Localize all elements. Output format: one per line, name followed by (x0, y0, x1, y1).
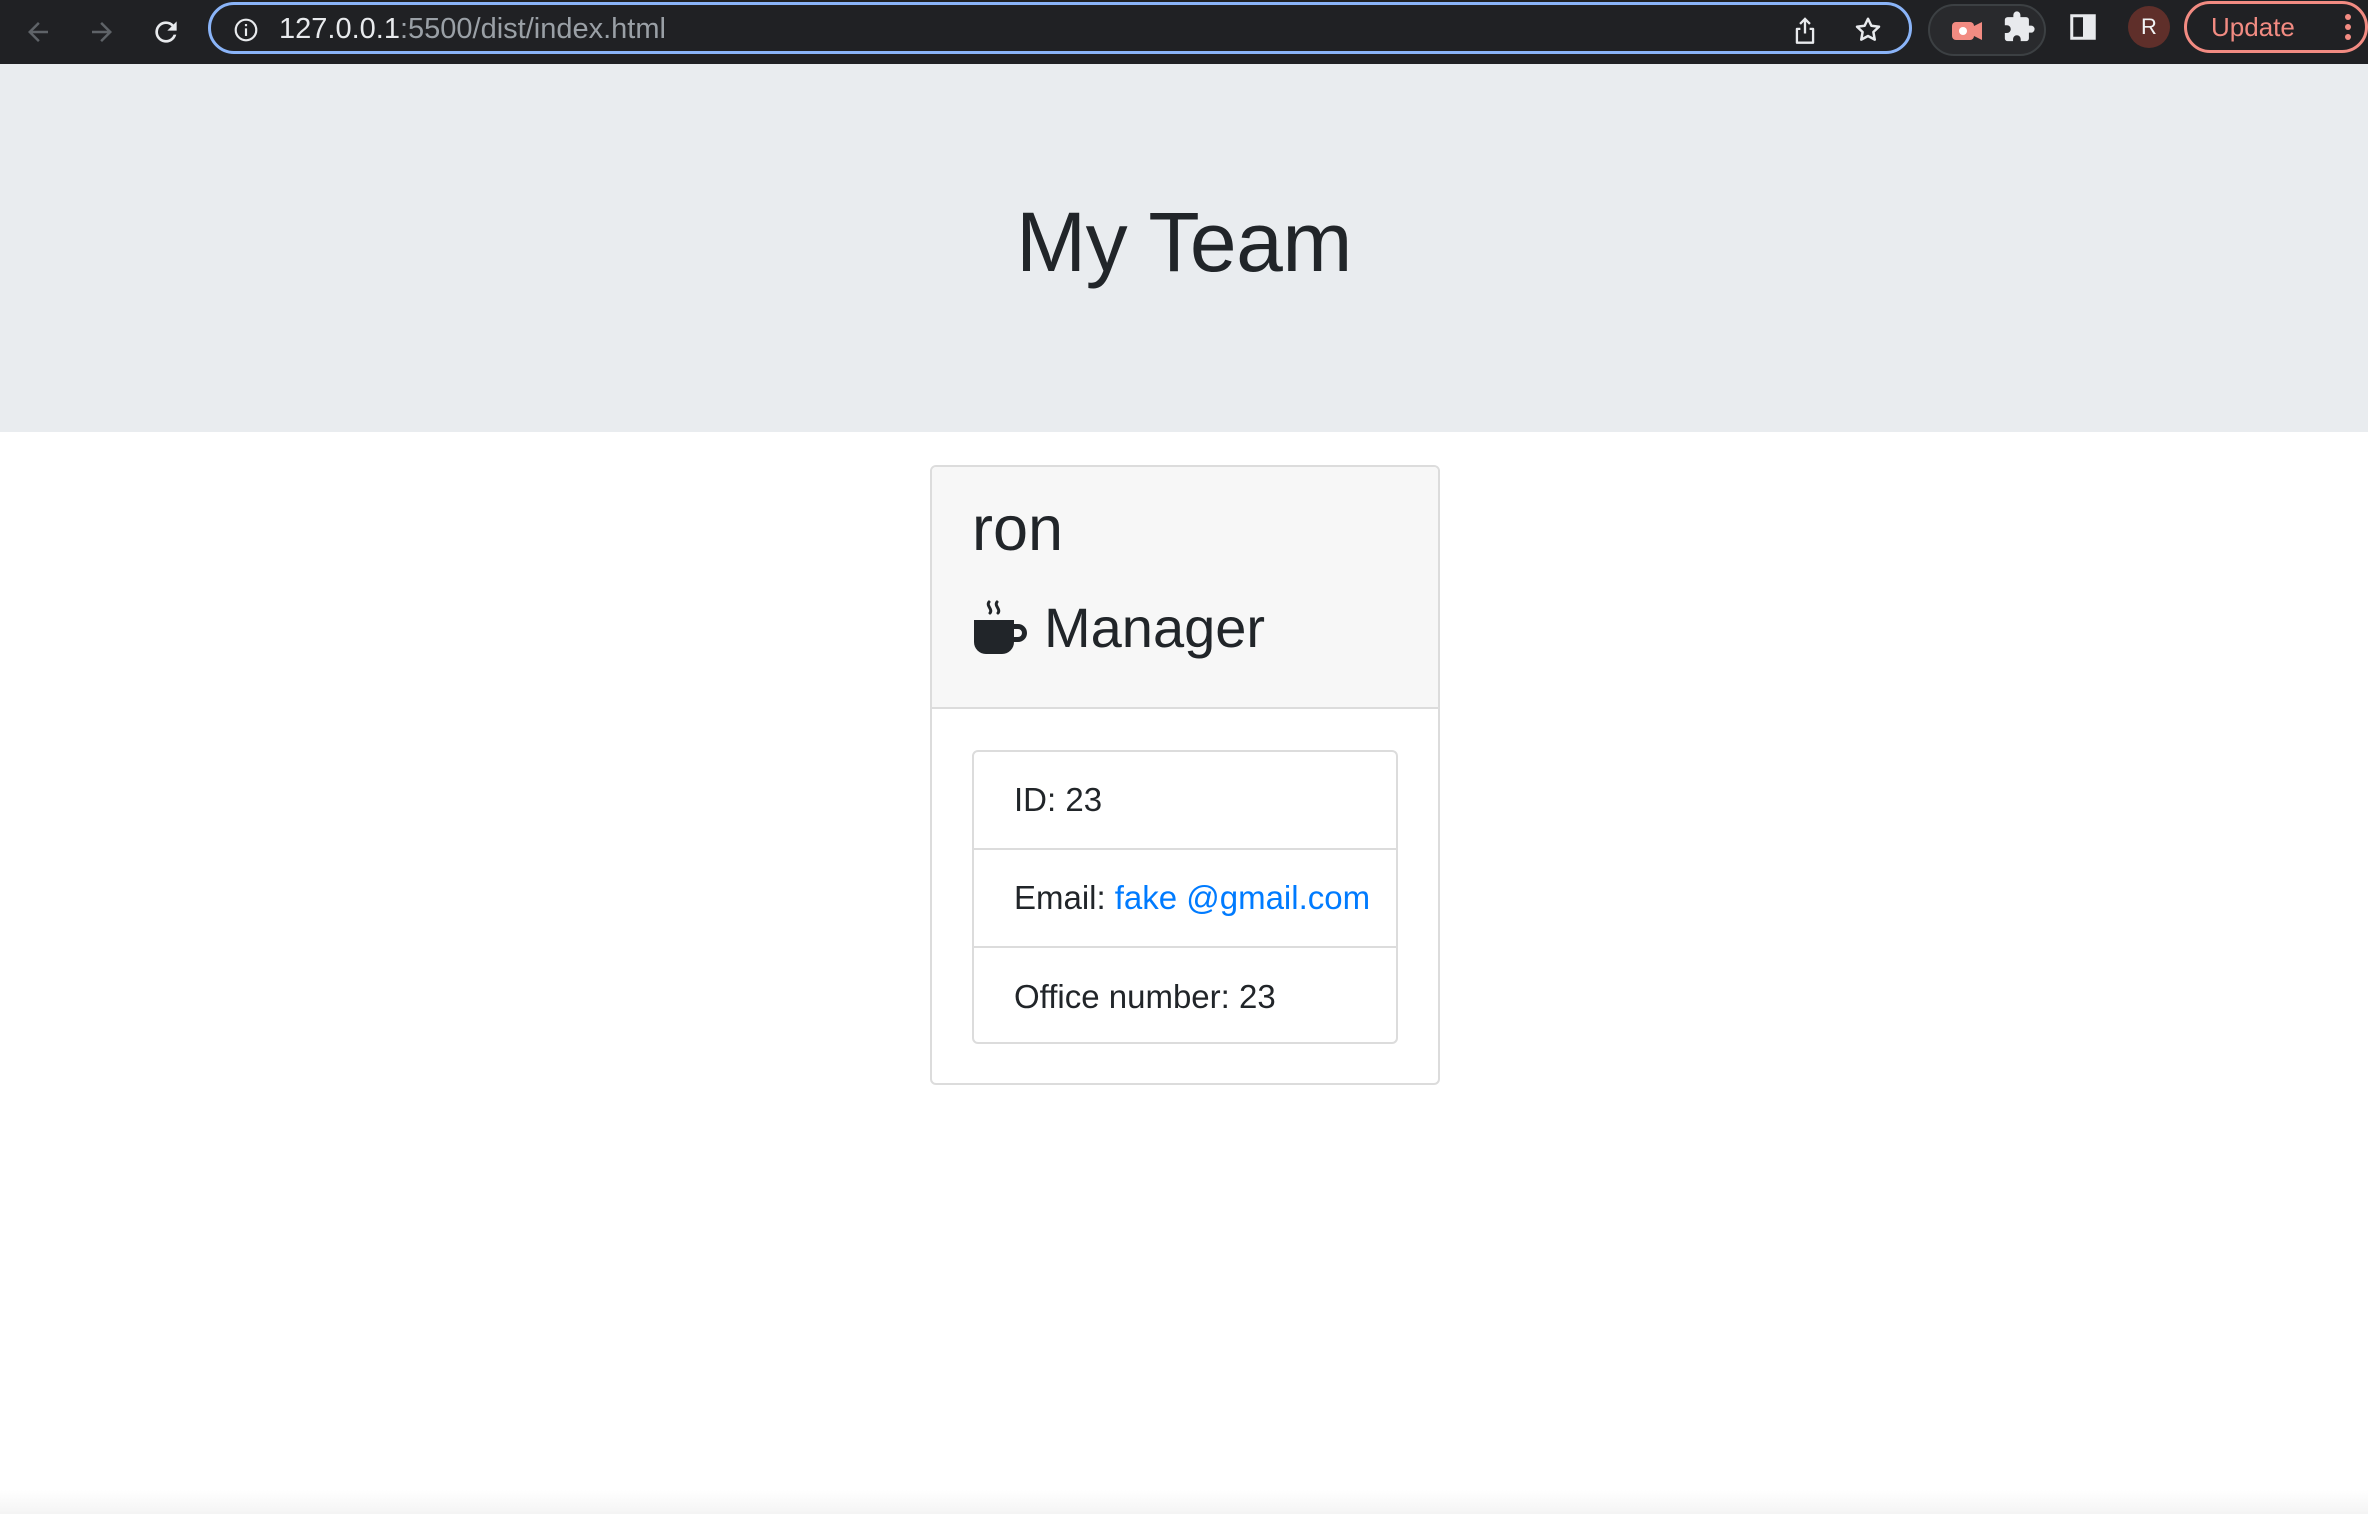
id-value: 23 (1065, 781, 1103, 818)
url-path: :5500/dist/index.html (399, 13, 666, 45)
employee-office-row: Office number: 23 (974, 948, 1396, 1046)
reload-icon (155, 21, 177, 43)
update-label: Update (2211, 11, 2295, 42)
update-button[interactable]: Update (2184, 1, 2368, 53)
puzzle-icon[interactable] (2002, 10, 2036, 49)
forward-button[interactable] (76, 6, 128, 58)
back-button[interactable] (12, 6, 64, 58)
url-host: 127.0.0.1 (279, 13, 400, 45)
id-label: ID: (1014, 781, 1057, 818)
share-icon[interactable] (1791, 15, 1819, 50)
page-bottom-edge (0, 1490, 2368, 1514)
site-info-icon[interactable] (233, 17, 259, 48)
role-label: Manager (1044, 596, 1266, 659)
url-text[interactable]: 127.0.0.1:5500/dist/index.html (279, 14, 666, 44)
office-label: Office number: (1014, 978, 1230, 1015)
team-header: My Team (0, 64, 2368, 432)
page-title: My Team (1016, 195, 1352, 289)
office-value: 23 (1239, 978, 1276, 1015)
employee-card: ron Manager ID: 23 Email: fake @gmail.com… (930, 465, 1440, 1085)
browser-toolbar: 127.0.0.1:5500/dist/index.html R Update (0, 0, 2368, 64)
star-icon[interactable] (1853, 15, 1883, 50)
email-link[interactable]: fake @gmail.com (1115, 879, 1370, 917)
forward-arrow-icon (92, 22, 112, 42)
card-header: ron Manager (932, 467, 1438, 709)
back-arrow-icon (28, 22, 48, 42)
extension-record-icon[interactable] (1950, 18, 1986, 49)
side-panel-icon[interactable] (2068, 12, 2098, 47)
coffee-mug-icon (974, 600, 1027, 654)
address-bar[interactable]: 127.0.0.1:5500/dist/index.html (208, 2, 1912, 54)
employee-name: ron (972, 494, 1064, 564)
employee-id-row: ID: 23 (974, 752, 1396, 850)
reload-button[interactable] (140, 6, 192, 58)
employee-role: Manager (972, 595, 1265, 660)
kebab-menu-icon[interactable] (2345, 14, 2351, 42)
profile-avatar[interactable]: R (2128, 6, 2170, 48)
employee-details-list: ID: 23 Email: fake @gmail.com Office numb… (972, 750, 1398, 1044)
employee-email-row: Email: fake @gmail.com (974, 850, 1396, 948)
email-label: Email: (1014, 879, 1106, 916)
